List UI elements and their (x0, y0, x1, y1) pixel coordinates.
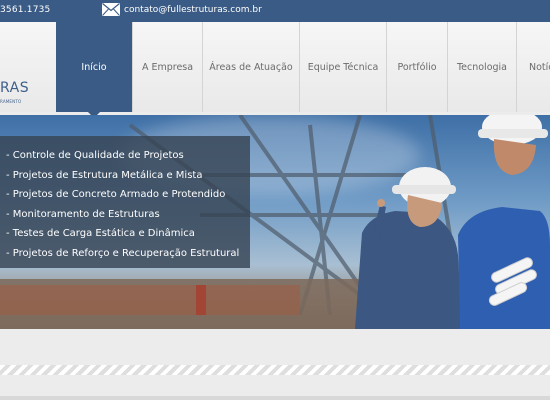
site-logo[interactable]: RAS RAMENTO (0, 80, 60, 110)
nav-item-areas-de-atuacao[interactable]: Áreas de Atuação (202, 22, 299, 112)
list-item: - Monitoramento de Estruturas (6, 208, 160, 220)
nav-item-portfolio[interactable]: Portfólio (386, 22, 447, 112)
nav-item-tecnologia[interactable]: Tecnologia (447, 22, 516, 112)
list-item: - Testes de Carga Estática e Dinâmica (6, 228, 195, 239)
email-contact[interactable]: contato@fullestruturas.com.br (102, 3, 262, 16)
top-contact-bar: 3561.1735 contato@fullestruturas.com.br (0, 0, 550, 22)
list-item: - Projetos de Estrutura Metálica e Mista (6, 169, 203, 181)
services-list: - Controle de Qualidade de Projetos - Pr… (0, 136, 250, 268)
email-address[interactable]: contato@fullestruturas.com.br (124, 5, 262, 15)
envelope-icon (102, 3, 120, 16)
main-nav: Início A Empresa Áreas de Atuação Equipe… (56, 22, 550, 118)
nav-item-noticias[interactable]: Notíc (516, 22, 550, 112)
phone-number: 3561.1735 (0, 5, 51, 15)
list-item: - Projetos de Reforço e Recuperação Estr… (6, 247, 240, 259)
hero-banner: - Controle de Qualidade de Projetos - Pr… (0, 115, 550, 329)
logo-text: RAS (0, 80, 30, 96)
nav-item-equipe-tecnica[interactable]: Equipe Técnica (299, 22, 386, 112)
site-header: RAS RAMENTO Início A Empresa Áreas de At… (0, 22, 550, 118)
logo-tagline: RAMENTO (0, 99, 22, 104)
nav-item-a-empresa[interactable]: A Empresa (132, 22, 202, 112)
nav-item-inicio[interactable]: Início (56, 22, 132, 118)
list-item: - Controle de Qualidade de Projetos (6, 150, 184, 161)
list-item: - Projetos de Concreto Armado e Protendi… (6, 189, 226, 200)
decorative-stripe (0, 365, 550, 375)
bottom-divider (0, 396, 550, 400)
